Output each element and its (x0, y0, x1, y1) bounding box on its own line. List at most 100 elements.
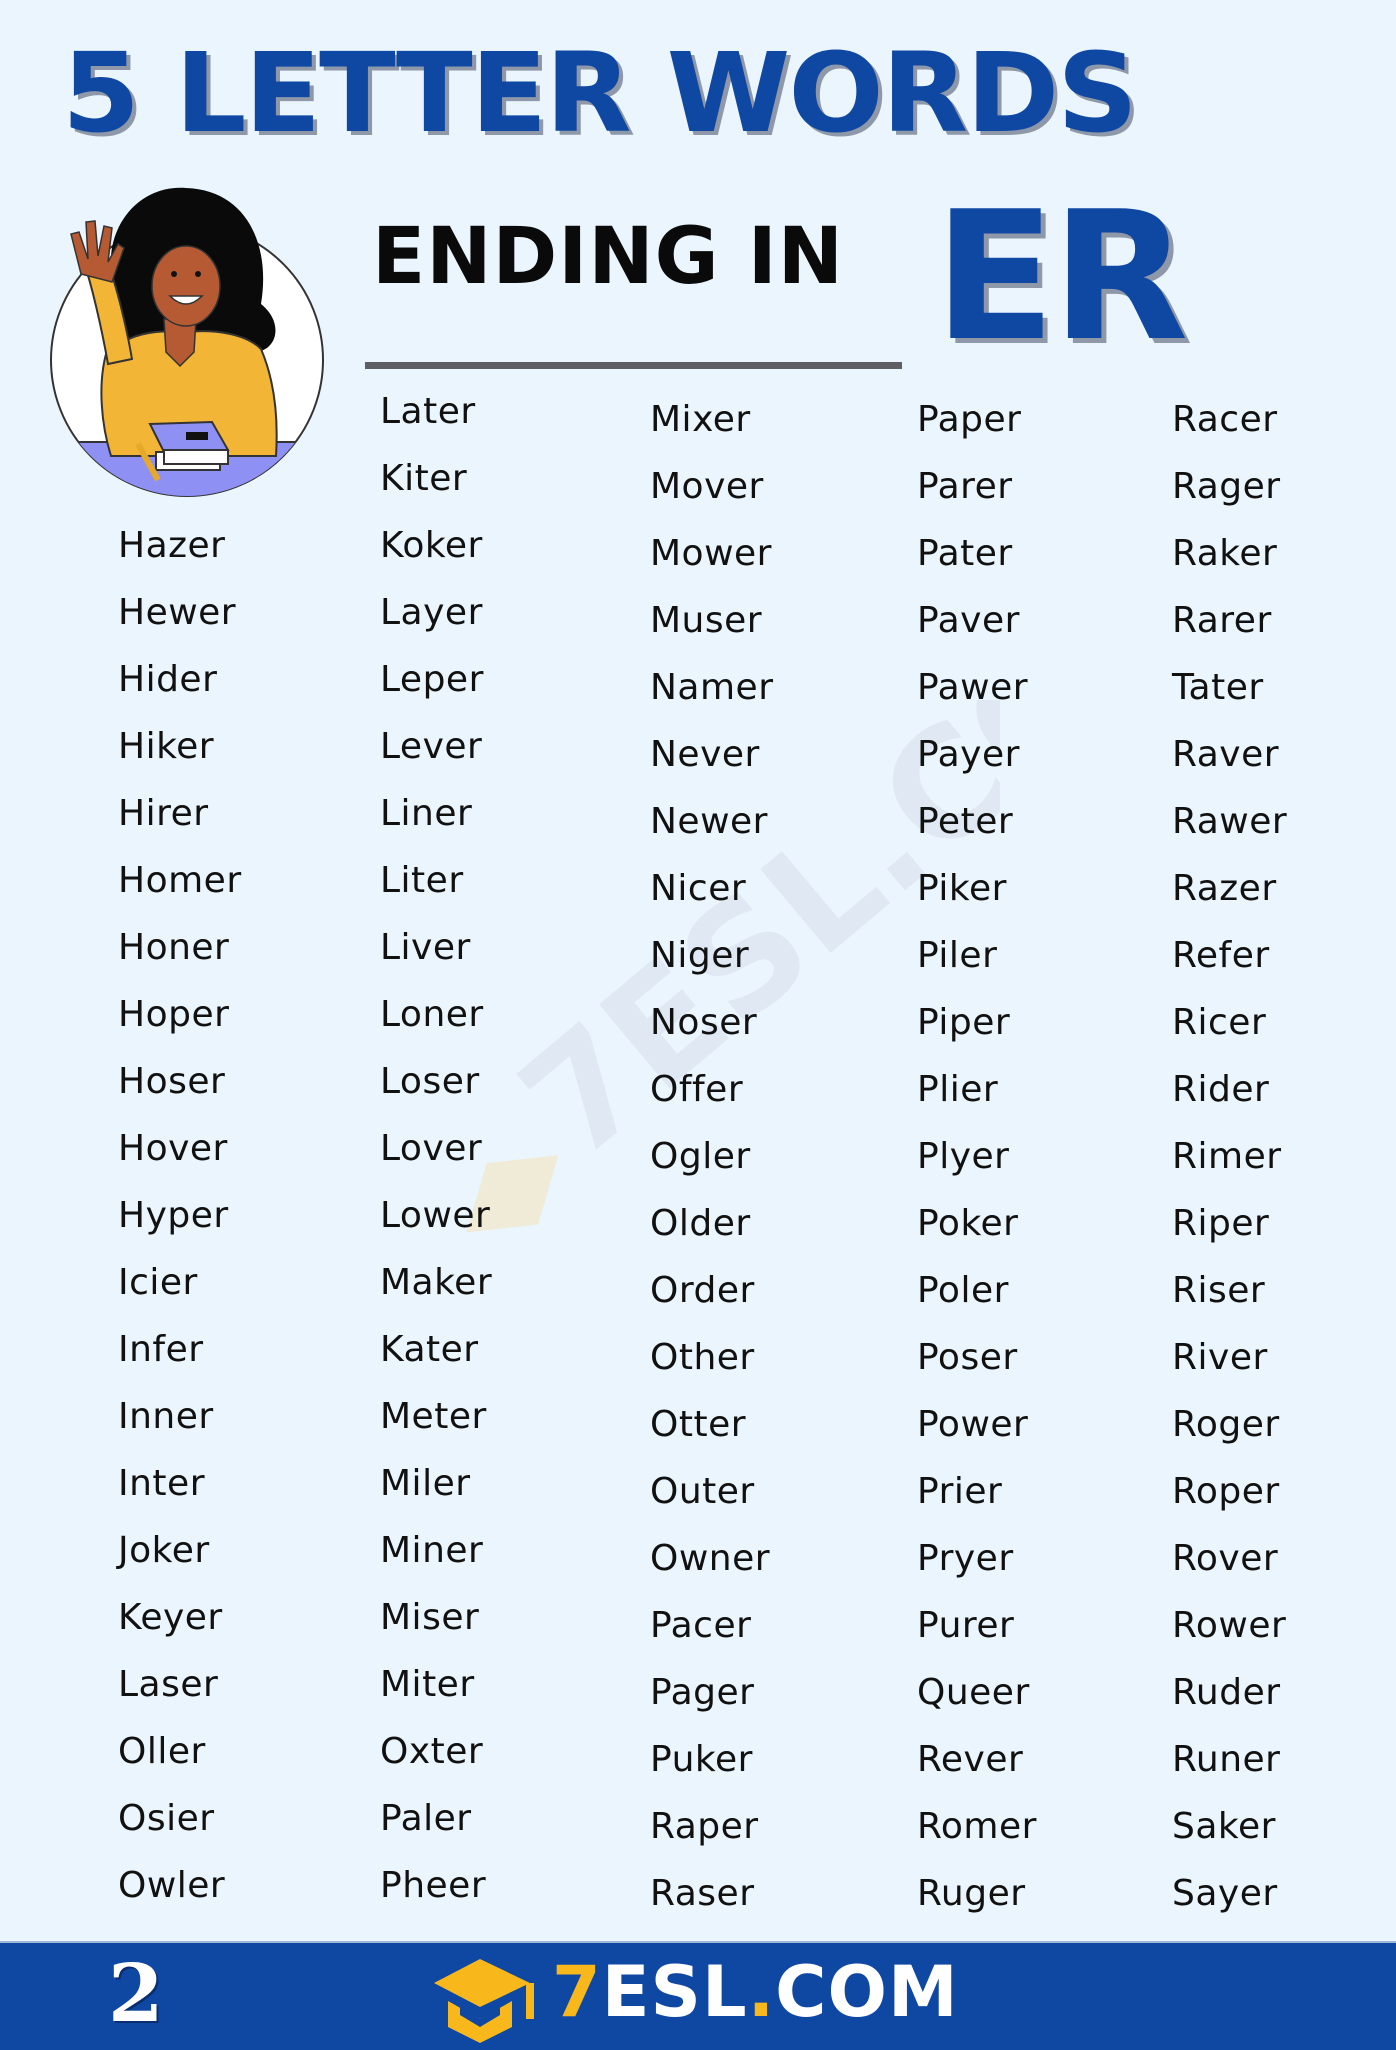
word: Offer (650, 1069, 744, 1110)
logo-esl: ESL (601, 1951, 748, 2033)
word: Hoper (118, 994, 230, 1035)
word: Ruger (917, 1873, 1026, 1914)
word: Rover (1172, 1538, 1279, 1579)
word: Miser (380, 1597, 480, 1638)
word: Other (650, 1337, 755, 1378)
word: Loser (380, 1061, 480, 1102)
suffix-er: ER (934, 173, 1189, 380)
word: Pater (917, 533, 1013, 574)
word: Purer (917, 1605, 1015, 1646)
word: Puker (650, 1739, 753, 1780)
subtitle-ending-in: ENDING IN (372, 212, 845, 302)
word: Otter (650, 1404, 747, 1445)
word: Plyer (917, 1136, 1010, 1177)
word: Hewer (118, 592, 237, 633)
word: Raper (650, 1806, 759, 1847)
word: Miler (380, 1463, 471, 1504)
word: Paler (380, 1798, 472, 1839)
word: Queer (917, 1672, 1030, 1713)
word: Leper (380, 659, 484, 700)
word: Hiker (118, 726, 215, 767)
word: Honer (118, 927, 230, 968)
woman-waving-illustration (50, 187, 324, 497)
word: Piker (917, 868, 1007, 909)
word: Saker (1172, 1806, 1276, 1847)
logo-com: COM (775, 1951, 959, 2033)
word: Layer (380, 592, 483, 633)
word: Liter (380, 860, 464, 901)
word: Razer (1172, 868, 1277, 909)
word: Payer (917, 734, 1020, 775)
word: Rider (1172, 1069, 1270, 1110)
word: Pawer (917, 667, 1029, 708)
word: Mower (650, 533, 772, 574)
eye-left (171, 271, 177, 277)
page-title: 5 LETTER WORDS (62, 29, 1138, 157)
header-divider (365, 362, 902, 369)
word: Poker (917, 1203, 1019, 1244)
word: Riser (1172, 1270, 1266, 1311)
word: Owner (650, 1538, 771, 1579)
word: Oxter (380, 1731, 484, 1772)
word: Parer (917, 466, 1013, 507)
word: Raker (1172, 533, 1278, 574)
word: Hirer (118, 793, 209, 834)
word: Peter (917, 801, 1014, 842)
word: Liner (380, 793, 473, 834)
word: Noser (650, 1002, 758, 1043)
word: Power (917, 1404, 1029, 1445)
word: Plier (917, 1069, 999, 1110)
word: Runer (1172, 1739, 1281, 1780)
word: Muser (650, 600, 763, 641)
word: Romer (917, 1806, 1037, 1847)
logo-seven: 7 (552, 1951, 602, 2033)
word: Older (650, 1203, 751, 1244)
word: Rimer (1172, 1136, 1282, 1177)
word: Newer (650, 801, 768, 842)
word: Miter (380, 1664, 475, 1705)
word: Rever (917, 1739, 1024, 1780)
word: Pheer (380, 1865, 487, 1906)
word: Kiter (380, 458, 468, 499)
word: Koker (380, 525, 483, 566)
word: Ricer (1172, 1002, 1267, 1043)
eye-right (195, 271, 201, 277)
word: Order (650, 1270, 755, 1311)
word: Riper (1172, 1203, 1270, 1244)
word: Miner (380, 1530, 484, 1571)
word: Piper (917, 1002, 1011, 1043)
word: Joker (118, 1530, 210, 1571)
word: Rarer (1172, 600, 1272, 641)
word: Mover (650, 466, 764, 507)
word: Paver (917, 600, 1020, 641)
brand-logo-7esl[interactable]: 7ESL.COM (552, 1957, 959, 2027)
word: Lower (380, 1195, 491, 1236)
word: Hoser (118, 1061, 226, 1102)
word-column-2: Later Kiter Koker Layer Leper Lever Line… (380, 378, 492, 1919)
footer-bar: 2 7ESL.COM (0, 1941, 1396, 2050)
word: Prier (917, 1471, 1003, 1512)
word: Maker (380, 1262, 493, 1303)
word: Ruder (1172, 1672, 1281, 1713)
word: River (1172, 1337, 1268, 1378)
word: Sayer (1172, 1873, 1278, 1914)
word: Mixer (650, 399, 751, 440)
page-number: 2 (108, 1946, 164, 2040)
word: Osier (118, 1798, 215, 1839)
word: Rower (1172, 1605, 1287, 1646)
word: Raver (1172, 734, 1280, 775)
word: Poler (917, 1270, 1009, 1311)
word: Hider (118, 659, 218, 700)
word: Never (650, 734, 760, 775)
word: Roger (1172, 1404, 1280, 1445)
word: Hazer (118, 525, 226, 566)
word: Tater (1172, 667, 1264, 708)
word: Loner (380, 994, 484, 1035)
word: Inner (118, 1396, 214, 1437)
graduation-cap-icon (434, 1959, 534, 2043)
word: Pacer (650, 1605, 752, 1646)
word: Rawer (1172, 801, 1288, 842)
word: Homer (118, 860, 242, 901)
word: Inter (118, 1463, 205, 1504)
word: Pager (650, 1672, 755, 1713)
